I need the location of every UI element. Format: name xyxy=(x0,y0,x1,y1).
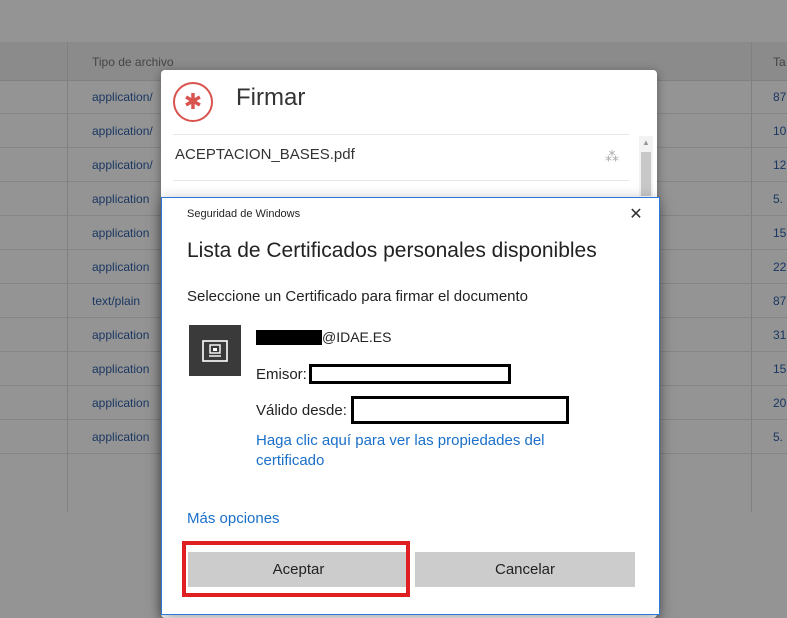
redacted-block xyxy=(308,364,511,384)
instruction-text: Seleccione un Certificado para firmar el… xyxy=(187,288,529,305)
dialog-heading: Lista de Certificados personales disponi… xyxy=(187,239,597,262)
scrollbar[interactable]: ▲ xyxy=(639,136,653,196)
dialog-title: Firmar xyxy=(236,84,306,111)
cancel-button[interactable]: Cancelar xyxy=(415,552,635,587)
certificate-issuer: Emisor: xyxy=(256,364,511,384)
scrollbar-thumb[interactable] xyxy=(641,152,651,196)
more-options-link[interactable]: Más opciones xyxy=(187,510,280,527)
spinner-icon: ⁂ xyxy=(605,148,619,164)
gear-icon: ✱ xyxy=(173,82,213,122)
certificate-valid-from: Válido desde: xyxy=(256,396,569,424)
accept-button[interactable]: Aceptar xyxy=(188,552,409,587)
certificate-name-suffix: @IDAE.ES xyxy=(322,329,392,345)
file-name: ACEPTACION_BASES.pdf xyxy=(175,146,355,163)
valid-from-label: Válido desde: xyxy=(256,401,347,419)
redacted-block xyxy=(350,396,569,424)
windows-security-dialog: Seguridad de Windows ✕ Lista de Certific… xyxy=(161,197,660,615)
scroll-up-arrow-icon[interactable]: ▲ xyxy=(639,136,653,150)
certificate-properties-link[interactable]: Haga clic aquí para ver las propiedades … xyxy=(256,431,616,471)
certificate-name[interactable]: @IDAE.ES xyxy=(256,329,391,345)
divider xyxy=(173,180,629,181)
issuer-label: Emisor: xyxy=(256,365,307,383)
certificate-icon[interactable] xyxy=(189,325,241,376)
redacted-block xyxy=(256,329,322,345)
divider xyxy=(173,134,629,135)
close-icon[interactable]: ✕ xyxy=(626,204,646,224)
dialog-caption: Seguridad de Windows xyxy=(187,208,301,220)
